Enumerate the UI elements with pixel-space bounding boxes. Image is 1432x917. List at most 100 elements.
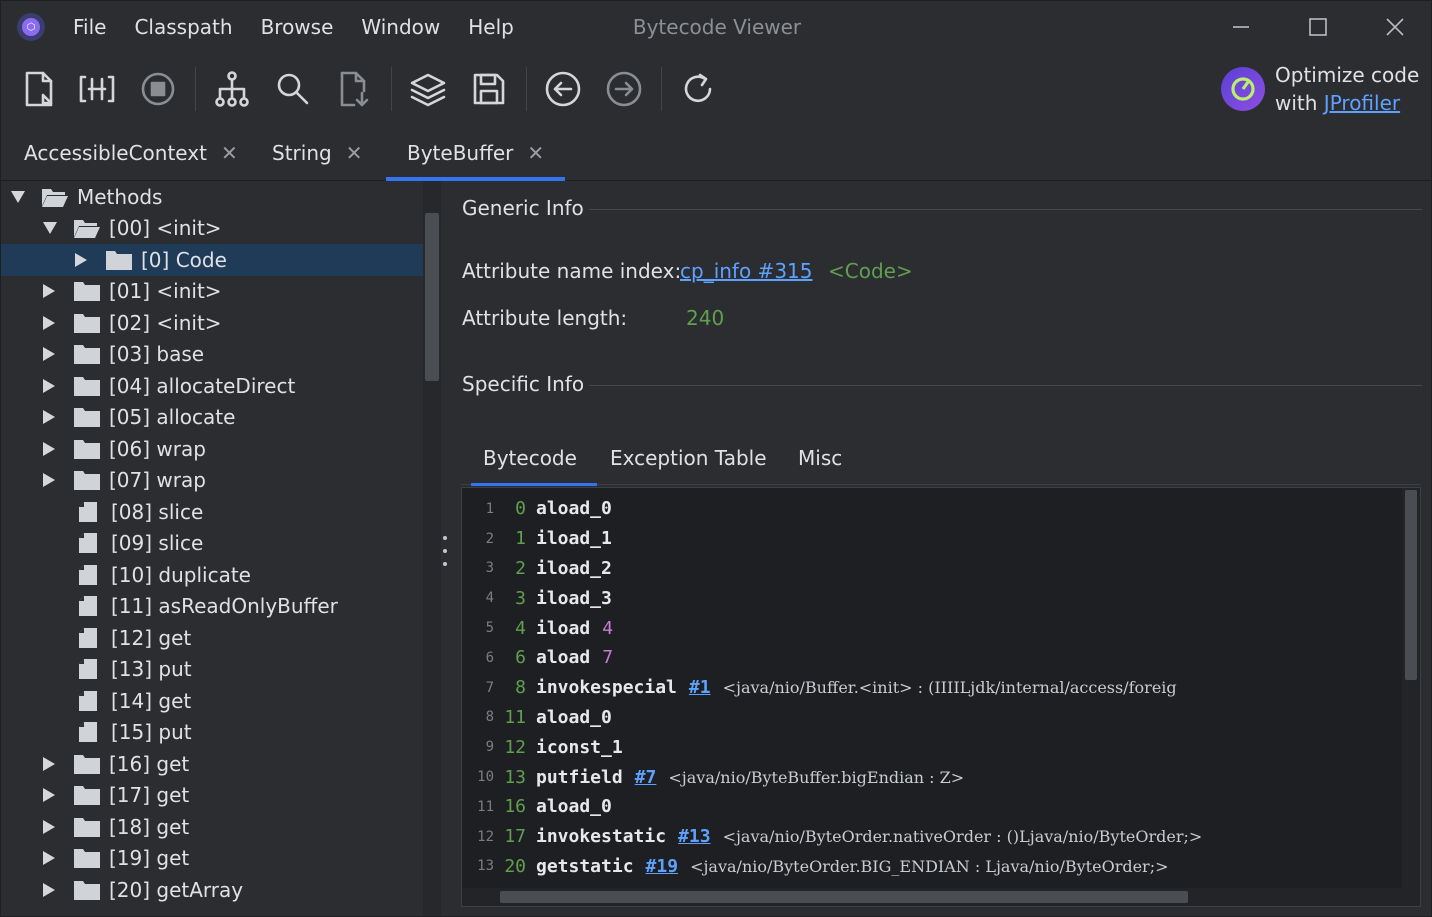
- tab-bytebuffer[interactable]: ByteBuffer ✕: [386, 125, 566, 181]
- expand-arrow-icon[interactable]: [43, 788, 55, 803]
- tree-item-method[interactable]: [03] base: [1, 339, 423, 371]
- cp-info-link[interactable]: cp_info #315: [680, 259, 813, 283]
- code-vertical-scrollbar[interactable]: [1402, 488, 1420, 906]
- scrollbar-thumb[interactable]: [500, 891, 1188, 903]
- expand-arrow-icon[interactable]: [43, 410, 55, 425]
- expand-arrow-icon[interactable]: [43, 347, 55, 362]
- tree-item-method[interactable]: [11] asReadOnlyBuffer: [1, 591, 423, 623]
- tab-accessiblecontext[interactable]: AccessibleContext ✕: [24, 125, 238, 181]
- jprofiler-promo: Optimize code with JProfiler: [1221, 61, 1421, 117]
- app-logo-icon[interactable]: ⬡: [17, 13, 45, 41]
- close-icon[interactable]: ✕: [221, 141, 238, 165]
- expand-arrow-icon[interactable]: [43, 378, 55, 393]
- bytecode-offset: 0: [515, 498, 526, 520]
- close-window-button[interactable]: [1357, 1, 1431, 53]
- expand-arrow-icon[interactable]: [43, 473, 55, 488]
- open-file-button[interactable]: [17, 67, 61, 111]
- expand-arrow-icon[interactable]: [43, 819, 55, 834]
- open-folder-icon: [42, 188, 68, 207]
- expand-arrow-icon[interactable]: [43, 284, 55, 299]
- menu-help[interactable]: Help: [454, 1, 528, 53]
- tree-item-method[interactable]: [13] put: [1, 654, 423, 686]
- code-line: 11 16 aload_0: [462, 792, 1402, 822]
- expand-arrow-icon[interactable]: [43, 315, 55, 330]
- specific-info-tabs: Bytecode Exception Table Misc: [461, 431, 1421, 486]
- expand-arrow-icon[interactable]: [43, 851, 55, 866]
- maximize-button[interactable]: [1280, 1, 1356, 53]
- hierarchy-button[interactable]: [210, 67, 254, 111]
- back-icon: [545, 71, 581, 107]
- bytecode-offset: 3: [515, 587, 526, 609]
- decompile-button[interactable]: [75, 67, 119, 111]
- tree-item-method[interactable]: [17] get: [1, 780, 423, 812]
- tree-item-method[interactable]: [15] put: [1, 717, 423, 749]
- search-button[interactable]: [271, 67, 315, 111]
- toolbar-separator: [526, 67, 527, 111]
- app-window: ⬡ File Classpath Browse Window Help Byte…: [0, 0, 1432, 917]
- tree-item-method[interactable]: [14] get: [1, 685, 423, 717]
- constant-pool-ref-link[interactable]: #19: [646, 856, 679, 877]
- constant-pool-ref-link[interactable]: #7: [635, 767, 657, 788]
- tab-bytecode[interactable]: Bytecode: [471, 431, 597, 486]
- download-file-button[interactable]: [332, 67, 376, 111]
- constant-pool-ref-link[interactable]: #13: [678, 826, 711, 847]
- line-number: 8: [485, 709, 494, 726]
- tree-item-method[interactable]: [07] wrap: [1, 465, 423, 497]
- tree-item-method[interactable]: [06] wrap: [1, 433, 423, 465]
- code-horizontal-scrollbar[interactable]: [462, 888, 1404, 906]
- folder-icon: [74, 471, 100, 491]
- tab-exception-table[interactable]: Exception Table: [610, 431, 767, 485]
- minimize-button[interactable]: [1203, 1, 1279, 53]
- expand-arrow-icon[interactable]: [11, 190, 25, 203]
- close-icon[interactable]: ✕: [527, 141, 544, 165]
- tree-item-method[interactable]: [05] allocate: [1, 402, 423, 434]
- save-button[interactable]: [467, 67, 511, 111]
- expand-arrow-icon[interactable]: [43, 756, 55, 771]
- tree-item-methods[interactable]: Methods: [1, 181, 423, 213]
- expand-arrow-icon[interactable]: [43, 222, 57, 235]
- bytecode-offset: 11: [504, 706, 526, 728]
- code-line: 2 1 iload_1: [462, 524, 1402, 554]
- expand-arrow-icon[interactable]: [43, 441, 55, 456]
- tree-item-method[interactable]: [08] slice: [1, 496, 423, 528]
- tab-misc[interactable]: Misc: [798, 431, 842, 485]
- forward-button[interactable]: [602, 67, 646, 111]
- jprofiler-link[interactable]: JProfiler: [1324, 91, 1400, 115]
- attribute-name-index-label: Attribute name index:: [462, 259, 682, 283]
- tree-item-code[interactable]: [0] Code: [1, 244, 423, 276]
- splitter-handle[interactable]: [441, 536, 449, 566]
- tree-item-method[interactable]: [10] duplicate: [1, 559, 423, 591]
- tree-item-method[interactable]: [01] <init>: [1, 276, 423, 308]
- tree-item-method[interactable]: [19] get: [1, 843, 423, 875]
- tree-item-init-00[interactable]: [00] <init>: [1, 213, 423, 245]
- tab-label: AccessibleContext: [24, 141, 207, 165]
- menu-browse[interactable]: Browse: [247, 1, 348, 53]
- tree-item-method[interactable]: [09] slice: [1, 528, 423, 560]
- scrollbar-thumb[interactable]: [1405, 490, 1417, 680]
- close-icon[interactable]: ✕: [346, 141, 363, 165]
- refresh-button[interactable]: [676, 67, 720, 111]
- expand-arrow-icon[interactable]: [43, 882, 55, 897]
- menu-classpath[interactable]: Classpath: [120, 1, 246, 53]
- tree-item-method[interactable]: [04] allocateDirect: [1, 370, 423, 402]
- tree-item-method[interactable]: [02] <init>: [1, 307, 423, 339]
- tree-item-method[interactable]: [12] get: [1, 622, 423, 654]
- tree-item-method[interactable]: [18] get: [1, 811, 423, 843]
- divider: [589, 209, 1422, 210]
- tab-string[interactable]: String ✕: [272, 125, 362, 181]
- stop-button[interactable]: [136, 67, 180, 111]
- constant-pool-ref-link[interactable]: #1: [689, 677, 711, 698]
- tree-scrollbar[interactable]: [423, 181, 441, 916]
- layers-button[interactable]: [406, 67, 450, 111]
- menu-file[interactable]: File: [59, 1, 120, 53]
- bytecode-view[interactable]: 1 0 aload_0 2 1 iload_1 3 2 iload_2 4 3 iload_3 5 4 il…: [461, 487, 1421, 907]
- tree-label: [12] get: [111, 625, 192, 650]
- tree-label: [02] <init>: [109, 310, 222, 335]
- scrollbar-thumb[interactable]: [425, 213, 439, 381]
- expand-arrow-icon[interactable]: [75, 252, 87, 267]
- back-button[interactable]: [541, 67, 585, 111]
- editor-tabs: AccessibleContext ✕ String ✕ ByteBuffer …: [1, 125, 1431, 181]
- tree-item-method[interactable]: [16] get: [1, 748, 423, 780]
- tree-item-method[interactable]: [20] getArray: [1, 874, 423, 906]
- menu-window[interactable]: Window: [347, 1, 454, 53]
